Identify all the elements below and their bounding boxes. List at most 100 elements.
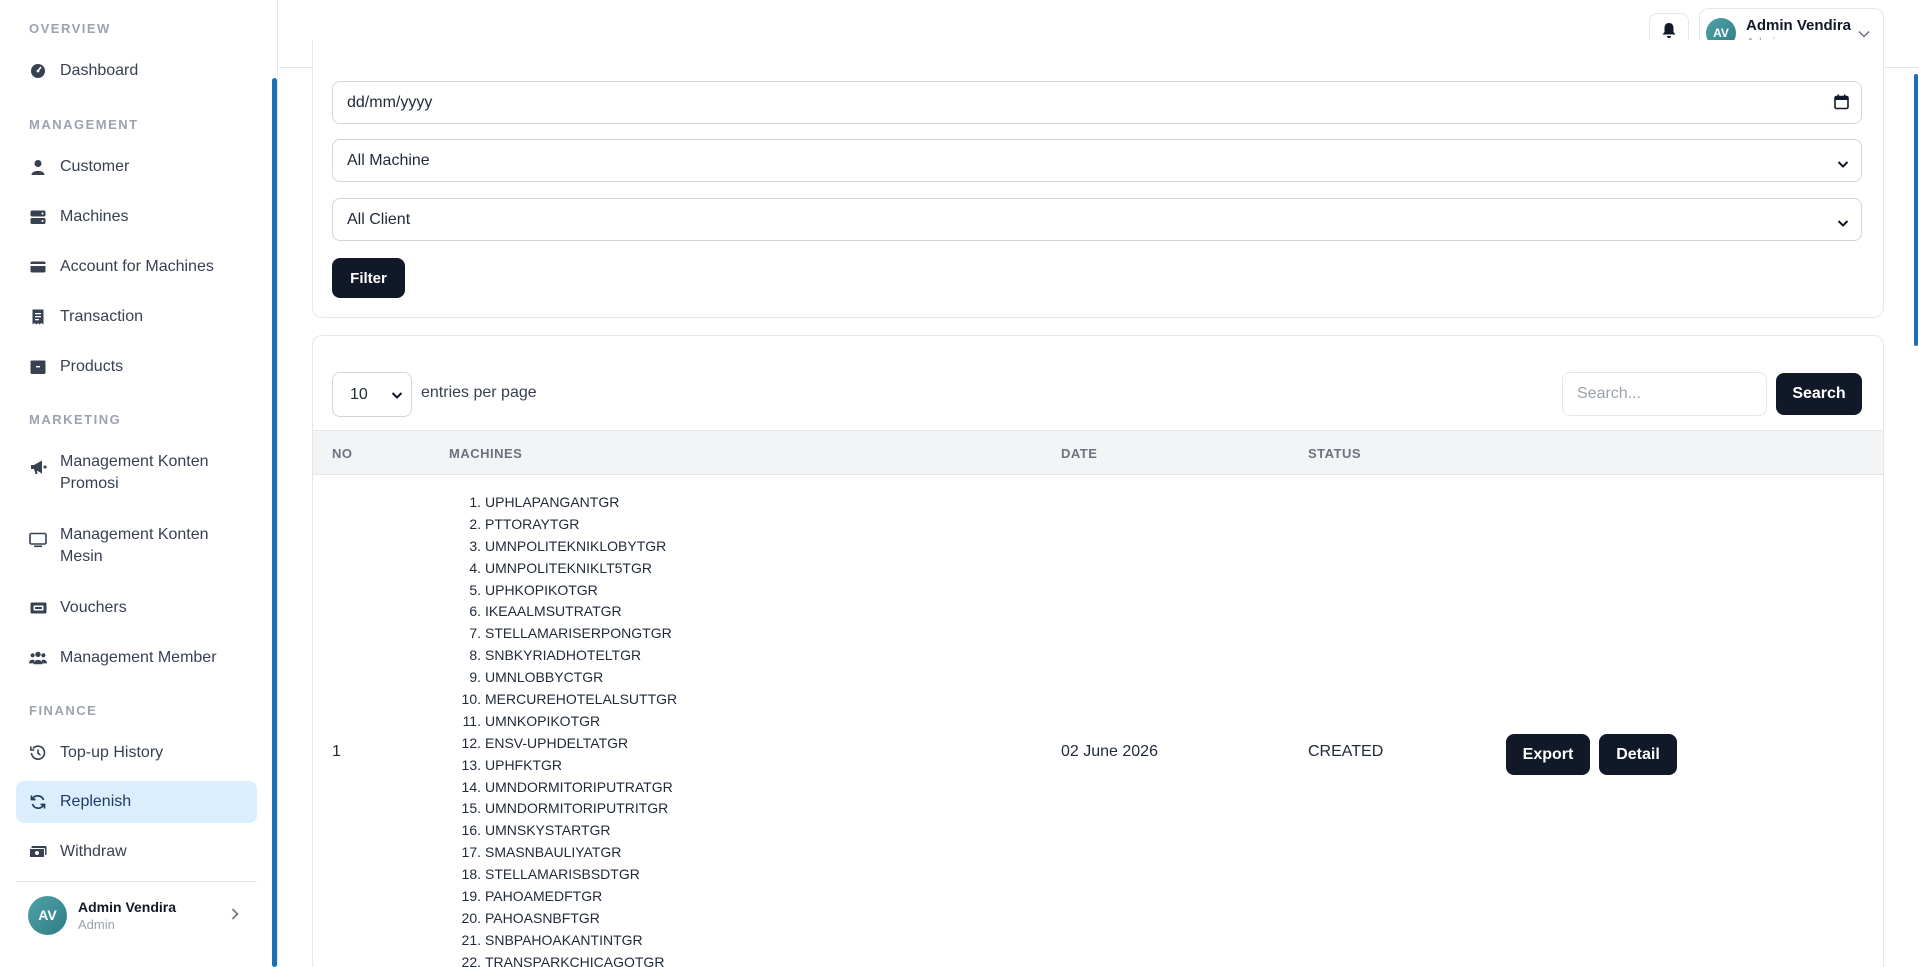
list-item-label: TRANSPARKCHICAGOTGR: [485, 953, 665, 967]
list-item-label: UMNDORMITORIPUTRITGR: [485, 800, 669, 817]
list-item-number: 4.: [469, 559, 481, 576]
sidebar-item-label: Top-up History: [60, 744, 164, 761]
list-item-label: SNBKYRIADHOTELTGR: [485, 647, 642, 664]
machine-select[interactable]: All Machine: [332, 139, 1862, 182]
date-filter-input[interactable]: dd/mm/yyyy: [332, 81, 1862, 124]
list-item-label: UPHKOPIKOTGR: [485, 581, 598, 598]
list-item-label: STELLAMARISERPONGTGR: [485, 625, 672, 642]
sidebar: OVERVIEW Dashboard MANAGEMENT Customer M…: [0, 0, 278, 967]
column-header-status: STATUS: [1308, 446, 1362, 461]
list-item-number: 10.: [461, 691, 481, 708]
list-item: 10. MERCUREHOTELALSUTTGR: [455, 689, 678, 711]
sidebar-item-products[interactable]: Products: [16, 356, 257, 378]
user-role: Admin: [78, 916, 115, 932]
sidebar-item-konten-promosi[interactable]: Management Konten Promosi: [16, 451, 257, 495]
list-item-label: UMNLOBBYCTGR: [485, 669, 604, 686]
machine-select-value: All Machine: [347, 151, 430, 169]
sidebar-item-label: Transaction: [60, 308, 143, 325]
list-item-label: MERCUREHOTELALSUTTGR: [485, 691, 678, 708]
entries-per-page-select[interactable]: 10: [332, 372, 412, 417]
client-select[interactable]: All Client: [332, 198, 1862, 241]
list-item: 19. PAHOAMEDFTGR: [455, 886, 677, 908]
list-item-number: 12.: [461, 734, 481, 751]
list-item: 6. IKEAALMSUTRATGR: [455, 601, 677, 623]
list-item-label: UMNKOPIKOTGR: [485, 712, 601, 729]
list-item-label: UPHFKTGR: [485, 756, 562, 773]
sidebar-item-dashboard[interactable]: Dashboard: [16, 60, 257, 82]
filter-button[interactable]: Filter: [332, 258, 405, 298]
list-item: 11. UMNKOPIKOTGR: [455, 711, 677, 733]
calendar-icon[interactable]: [1834, 94, 1849, 115]
list-item-number: 11.: [462, 712, 481, 729]
list-item-number: 3.: [469, 537, 481, 554]
server-icon: [29, 208, 47, 226]
list-item: 9. UMNLOBBYCTGR: [455, 667, 677, 689]
sidebar-item-member[interactable]: Management Member: [16, 647, 257, 669]
table-header: [313, 430, 1883, 475]
list-item-label: ENSV-UPHDELTATGR: [485, 734, 629, 751]
sidebar-user-menu[interactable]: AV Admin Vendira Admin: [28, 895, 248, 935]
list-item: 21. SNBPAHOAKANTINTGR: [455, 930, 677, 952]
list-item-number: 17.: [461, 844, 481, 861]
app-root: OVERVIEW Dashboard MANAGEMENT Customer M…: [0, 0, 1919, 967]
page-scrollbar[interactable]: [1914, 74, 1918, 346]
list-item-label: UPHLAPANGANTGR: [485, 494, 620, 510]
export-button[interactable]: Export: [1506, 734, 1590, 775]
list-item-label: UMNSKYSTARTGR: [485, 822, 611, 839]
list-item-number: 6.: [469, 603, 481, 620]
list-item: 13. UPHFKTGR: [455, 755, 677, 777]
list-item: 2. PTTORAYTGR: [455, 514, 677, 536]
sidebar-scrollbar[interactable]: [272, 78, 277, 967]
row-no: 1: [332, 743, 341, 760]
chevron-down-icon: [1837, 156, 1849, 174]
sidebar-item-label: Management Konten Mesin: [60, 526, 209, 565]
list-item: 22. TRANSPARKCHICAGOTGR: [455, 952, 677, 967]
list-item: 20. PAHOASNBFTGR: [455, 908, 677, 930]
list-item-label: IKEAALMSUTRATGR: [485, 603, 622, 620]
sidebar-item-label: Vouchers: [60, 599, 127, 616]
money-icon: [29, 843, 47, 861]
list-item-number: 7.: [469, 625, 481, 642]
list-item-number: 18.: [461, 866, 481, 883]
avatar: AV: [28, 895, 67, 935]
user-name: Admin Vendira: [1746, 16, 1852, 34]
sidebar-item-label: Account for Machines: [60, 258, 214, 275]
detail-button[interactable]: Detail: [1599, 734, 1677, 775]
sidebar-item-konten-mesin[interactable]: Management Konten Mesin: [16, 524, 257, 568]
users-icon: [29, 649, 47, 667]
search-button[interactable]: Search: [1776, 373, 1862, 415]
sidebar-item-replenish[interactable]: Replenish: [16, 781, 257, 823]
client-select-value: All Client: [347, 210, 411, 228]
sidebar-item-machines[interactable]: Machines: [16, 206, 257, 228]
row-date: 02 June 2026: [1061, 743, 1158, 760]
search-input[interactable]: Search...: [1562, 372, 1767, 416]
list-item: 17. SMASNBAULIYATGR: [455, 842, 677, 864]
sidebar-item-label: Machines: [60, 208, 129, 225]
section-management: MANAGEMENT: [29, 117, 139, 132]
refresh-icon: [29, 793, 47, 811]
list-item-number: 8.: [469, 647, 481, 664]
section-finance: FINANCE: [29, 703, 98, 718]
sidebar-item-topup-history[interactable]: Top-up History: [16, 742, 257, 764]
sidebar-item-label: Management Konten Promosi: [60, 453, 209, 492]
receipt-icon: [29, 308, 47, 326]
list-item: 3. UMNPOLITEKNIKLOBYTGR: [455, 536, 677, 558]
list-item-number: 5.: [469, 581, 481, 598]
user-name: Admin Vendira: [78, 898, 177, 915]
dashboard-icon: [29, 62, 47, 80]
section-overview: OVERVIEW: [29, 21, 111, 36]
list-item: 18. STELLAMARISBSDTGR: [455, 864, 677, 886]
list-item: 8. SNBKYRIADHOTELTGR: [455, 645, 677, 667]
sidebar-item-vouchers[interactable]: Vouchers: [16, 597, 257, 619]
list-item: 1. UPHLAPANGANTGR: [455, 492, 677, 514]
row-status: CREATED: [1308, 743, 1384, 760]
list-item-number: 1.: [469, 494, 481, 510]
sidebar-user-meta: Admin Vendira Admin: [78, 899, 176, 932]
list-item-label: STELLAMARISBSDTGR: [485, 866, 640, 883]
sidebar-item-account-for-machines[interactable]: Account for Machines: [16, 256, 257, 278]
list-item-number: 2.: [469, 515, 481, 532]
list-item-label: SMASNBAULIYATGR: [485, 844, 622, 861]
sidebar-item-withdraw[interactable]: Withdraw: [16, 841, 257, 863]
sidebar-item-customer[interactable]: Customer: [16, 156, 257, 178]
sidebar-item-transaction[interactable]: Transaction: [16, 306, 257, 328]
